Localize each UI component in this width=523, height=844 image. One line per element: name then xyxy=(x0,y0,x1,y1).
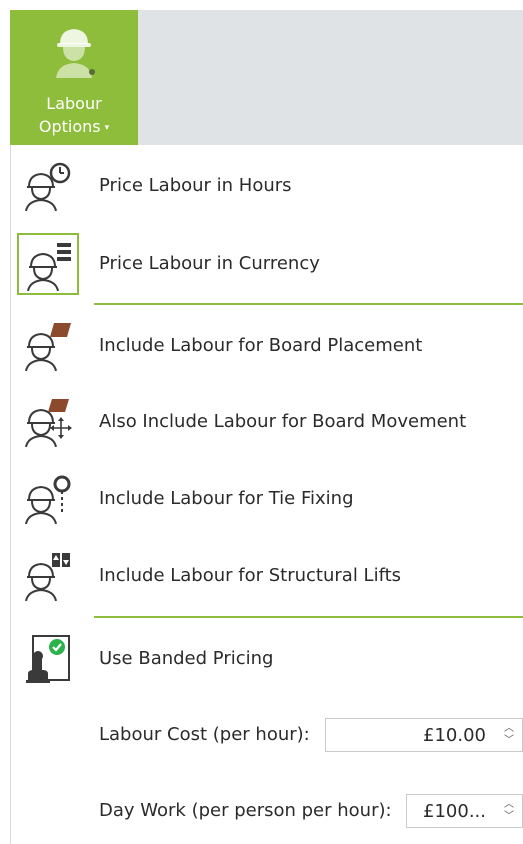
labour-cost-row: Labour Cost (per hour): £10.00 ︿ ﹀ xyxy=(99,718,523,752)
menu-item-label: Price Labour in Hours xyxy=(99,175,292,196)
chevron-down-icon[interactable]: ▾ xyxy=(105,123,110,133)
day-work-row: Day Work (per person per hour): £100... … xyxy=(99,794,523,828)
worker-clock-icon xyxy=(17,155,79,217)
menu-item-label: Include Labour for Structural Lifts xyxy=(99,565,402,586)
worker-board-icon xyxy=(17,315,79,377)
labour-options-label-line1: Labour xyxy=(46,94,102,113)
menu-item-tie-fixing[interactable]: Include Labour for Tie Fixing xyxy=(17,468,517,530)
labour-options-label-line2: Options ▾ xyxy=(38,117,110,136)
menu-item-board-movement[interactable]: Also Include Labour for Board Movement xyxy=(17,391,517,453)
worker-hardhat-icon xyxy=(50,22,98,82)
labour-cost-spinner[interactable]: £10.00 ︿ ﹀ xyxy=(325,718,523,752)
menu-item-structural-lifts[interactable]: Include Labour for Structural Lifts xyxy=(17,545,517,607)
menu-item-label: Price Labour in Currency xyxy=(99,253,320,274)
worker-lifts-icon xyxy=(17,545,79,607)
menu-item-label: Include Labour for Board Placement xyxy=(99,335,423,356)
labour-cost-value: £10.00 xyxy=(423,725,486,746)
menu-separator xyxy=(94,303,523,305)
menu-item-label: Also Include Labour for Board Movement xyxy=(99,411,467,432)
labour-cost-label: Labour Cost (per hour): xyxy=(99,724,310,745)
chevron-down-icon[interactable]: ﹀ xyxy=(502,735,516,747)
menu-item-label: Use Banded Pricing xyxy=(99,648,274,669)
menu-item-board-placement[interactable]: Include Labour for Board Placement xyxy=(17,315,517,377)
labour-options-menu: Price Labour in Hours Price Labour in Cu… xyxy=(10,145,523,844)
worker-list-icon xyxy=(17,233,79,295)
banded-pricing-icon xyxy=(17,628,79,690)
day-work-spinner[interactable]: £100... ︿ ﹀ xyxy=(406,794,523,828)
menu-item-banded-pricing[interactable]: Use Banded Pricing xyxy=(17,628,517,690)
day-work-value: £100... xyxy=(423,801,486,822)
spinner-arrows[interactable]: ︿ ﹀ xyxy=(502,799,516,825)
worker-board-move-icon xyxy=(17,391,79,453)
day-work-label: Day Work (per person per hour): xyxy=(99,800,392,821)
chevron-up-icon[interactable]: ︿ xyxy=(502,723,516,735)
menu-item-label: Include Labour for Tie Fixing xyxy=(99,488,354,509)
spinner-arrows[interactable]: ︿ ﹀ xyxy=(502,723,516,749)
labour-options-button[interactable]: Labour Options ▾ xyxy=(10,10,138,145)
worker-tie-icon xyxy=(17,468,79,530)
chevron-up-icon[interactable]: ︿ xyxy=(502,799,516,811)
menu-separator xyxy=(94,616,523,618)
menu-item-price-hours[interactable]: Price Labour in Hours xyxy=(17,155,517,217)
menu-item-price-currency[interactable]: Price Labour in Currency xyxy=(17,233,517,295)
chevron-down-icon[interactable]: ﹀ xyxy=(502,811,516,823)
